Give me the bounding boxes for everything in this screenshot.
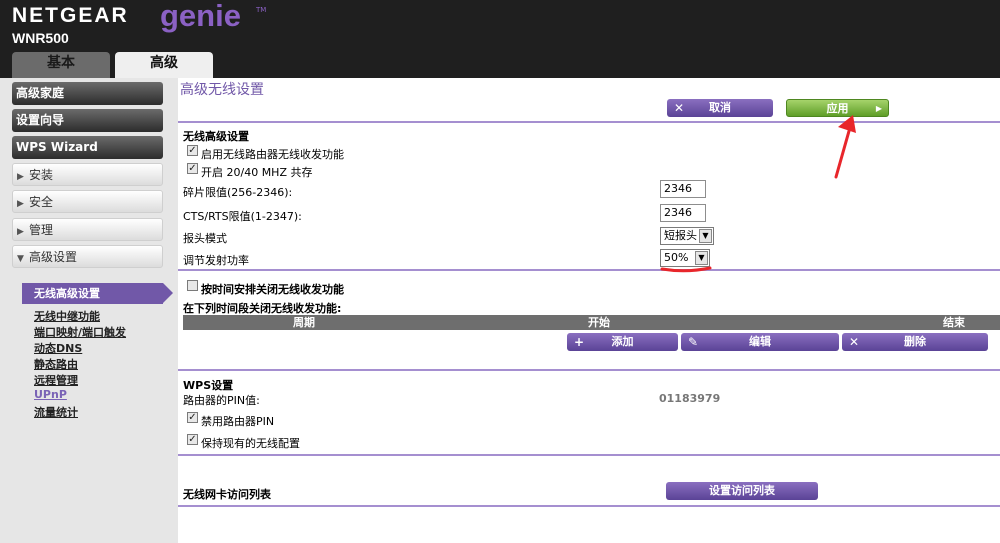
annotation-arrow-head [838, 115, 856, 133]
annotation-overlay [660, 115, 856, 273]
router-admin-page: NETGEAR genie TM WNR500 基本 高级 高级家庭 设置向导 … [0, 0, 1000, 543]
annotation-underline [660, 266, 712, 273]
annotation-arrow-shaft [834, 122, 853, 179]
